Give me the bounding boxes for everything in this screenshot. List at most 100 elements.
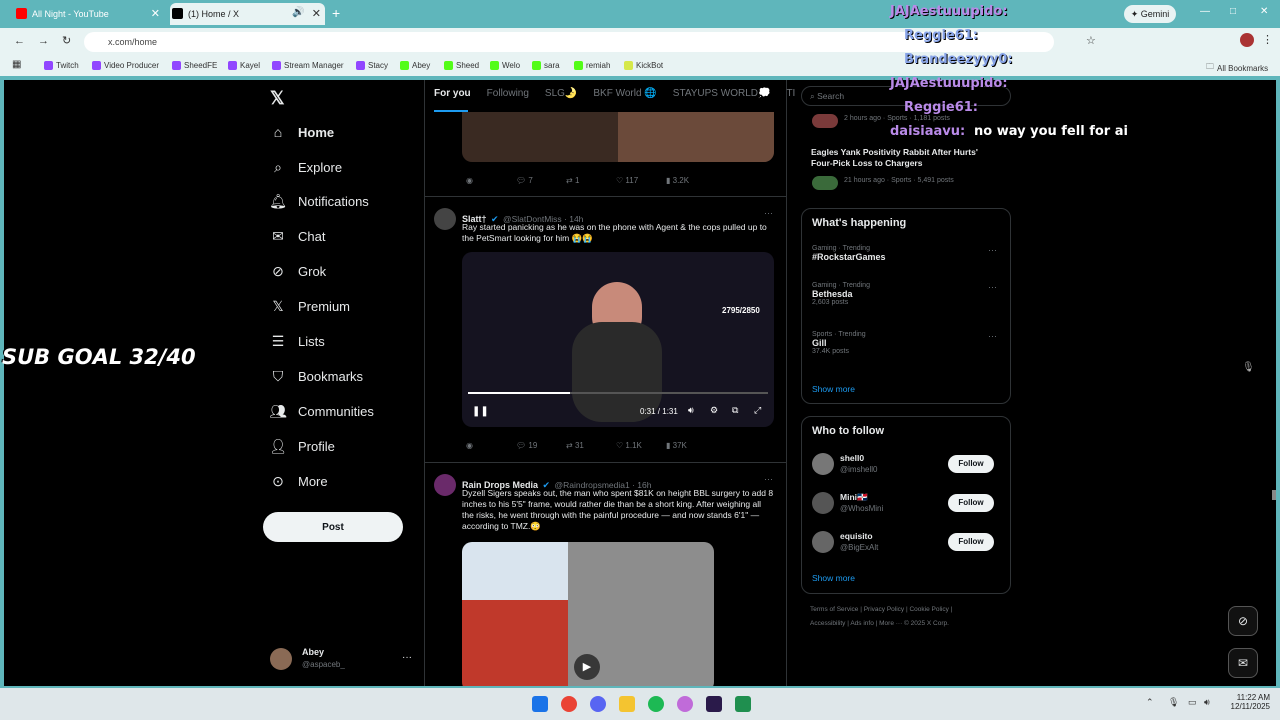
like-button[interactable]: ♡ 117 (616, 176, 666, 185)
tab-ti[interactable]: TI (786, 88, 795, 99)
sidebar-item-chat[interactable]: ✉ Chat (270, 228, 325, 244)
sidebar-item-grok[interactable]: ⊘ Grok (270, 263, 326, 279)
tab-following[interactable]: Following (487, 88, 529, 99)
bookmark-sheed[interactable]: Sheed (444, 61, 479, 70)
tab-youtube[interactable]: All Night - YouTube ✕ (14, 3, 164, 25)
trend-item[interactable]: Gaming · Trending Bethesda 2,603 posts (812, 282, 870, 306)
tab-bkf-world[interactable]: BKF World 🌐 (593, 88, 656, 99)
scrollbar-thumb[interactable] (1272, 490, 1276, 500)
reply-button[interactable]: 💬︎ 19 (516, 441, 566, 450)
sidebar-item-more[interactable]: ⊙ More (270, 473, 328, 489)
more-icon[interactable]: ··· (764, 208, 773, 218)
bookmark-sheedfe[interactable]: SheedFE (172, 61, 217, 70)
grok-icon[interactable]: ◉ (466, 441, 516, 450)
clock[interactable]: 11:22 AM 12/11/2025 (1228, 693, 1270, 711)
close-tab-icon[interactable]: ✕ (151, 7, 160, 20)
settings-icon[interactable]: ⚙ (710, 405, 718, 416)
bookmark-twitch[interactable]: Twitch (44, 61, 79, 70)
trend-item[interactable]: Gaming · Trending #RockstarGames (812, 245, 886, 262)
tab-stayups-world[interactable]: STAYUPS WORLD💭 (673, 88, 771, 99)
bookmark-sara[interactable]: sara (532, 61, 560, 70)
avatar[interactable] (434, 474, 456, 496)
maximize-icon[interactable]: □ (1230, 6, 1236, 17)
more-icon[interactable]: ··· (764, 474, 773, 484)
footer-links[interactable]: Accessibility | Ads info | More ··· © 20… (810, 620, 949, 627)
tweet-media[interactable]: ▶ (462, 542, 714, 686)
views-button[interactable]: ▮ 3.2K (666, 176, 716, 185)
like-button[interactable]: ♡ 1.1K (616, 441, 666, 450)
chevron-up-icon[interactable]: ⌃ (1146, 697, 1154, 708)
discord-icon[interactable] (590, 696, 606, 712)
sidebar-item-premium[interactable]: 𝕏 Premium (270, 298, 350, 314)
video-progress-track[interactable] (468, 392, 768, 394)
file-explorer-icon[interactable] (619, 696, 635, 712)
follow-button[interactable]: Follow (948, 533, 994, 551)
tab-for-you[interactable]: For you (434, 88, 471, 99)
top-tweet-media[interactable] (462, 112, 774, 162)
sidebar-item-home[interactable]: ⌂ Home (270, 124, 334, 140)
follow-button[interactable]: Follow (948, 494, 994, 512)
copilot-icon[interactable] (677, 696, 693, 712)
bookmark-welo[interactable]: Welo (490, 61, 520, 70)
chrome-icon[interactable] (561, 696, 577, 712)
reply-button[interactable]: 💬︎ 7 (516, 176, 566, 185)
sidebar-item-explore[interactable]: ⌕ Explore (270, 159, 342, 175)
profile-avatar-icon[interactable] (1240, 33, 1254, 47)
avatar[interactable] (434, 208, 456, 230)
repost-button[interactable]: ⇄ 31 (566, 441, 616, 450)
show-more-link[interactable]: Show more (812, 384, 855, 394)
video-player[interactable]: 2795/2850 ❚❚ 0:31 / 1:31 🔊︎ ⚙ ⧉ ⤢ (462, 252, 774, 427)
pip-icon[interactable]: ⧉ (732, 405, 738, 416)
bookmark-abey[interactable]: Abey (400, 61, 430, 70)
tab-slg[interactable]: SLG🌛 (545, 88, 577, 99)
account-menu-icon[interactable]: ··· (402, 652, 412, 663)
sidebar-item-lists[interactable]: ☰ Lists (270, 333, 325, 349)
avatar[interactable] (812, 453, 834, 475)
apps-grid-icon[interactable]: ▦ (12, 59, 21, 70)
bookmark-stream-manager[interactable]: Stream Manager (272, 61, 344, 70)
start-icon[interactable] (532, 696, 548, 712)
trend-item[interactable]: Sports · Trending Gill 37.4K posts (812, 331, 866, 355)
avatar[interactable] (812, 492, 834, 514)
post-button[interactable]: Post (263, 512, 403, 542)
more-icon[interactable]: ··· (988, 245, 997, 255)
show-more-link[interactable]: Show more (812, 573, 855, 583)
grok-icon[interactable]: ◉ (466, 176, 516, 185)
sidebar-item-bookmarks[interactable]: ⛉ Bookmarks (270, 368, 363, 384)
footer-links[interactable]: Terms of Service | Privacy Policy | Cook… (810, 606, 952, 613)
mic-icon[interactable]: 🎙︎ (1242, 362, 1255, 373)
follow-name[interactable]: Mini🇩🇴 (840, 492, 868, 503)
app-icon[interactable] (735, 696, 751, 712)
volume-icon[interactable]: 🔊︎ (688, 405, 694, 416)
bookmark-remiah[interactable]: remiah (574, 61, 610, 70)
network-icon[interactable]: ▭ (1188, 697, 1197, 708)
play-icon[interactable]: ▶ (574, 654, 600, 680)
close-tab-icon[interactable]: ✕ (312, 7, 321, 20)
grok-float-icon[interactable]: ⊘ (1228, 606, 1258, 636)
tab-x-home[interactable]: (1) Home / X 🔊 ✕ (170, 3, 325, 25)
news-headline[interactable]: Eagles Yank Positivity Rabbit After Hurt… (811, 147, 1001, 169)
views-button[interactable]: ▮ 37K (666, 441, 716, 450)
reload-icon[interactable]: ↻ (62, 34, 71, 47)
sidebar-item-notifications[interactable]: 🔔︎ Notifications (269, 193, 369, 209)
audio-icon[interactable]: 🔊 (292, 7, 304, 18)
gemini-button[interactable]: ✦ Gemini (1124, 5, 1176, 23)
follow-button[interactable]: Follow (948, 455, 994, 473)
bookmark-stacy[interactable]: Stacy (356, 61, 388, 70)
back-icon[interactable]: ← (14, 35, 25, 47)
bookmark-video-producer[interactable]: Video Producer (92, 61, 159, 70)
x-logo-icon[interactable]: 𝕏 (270, 88, 285, 109)
mic-icon[interactable]: 🎙︎ (1168, 697, 1179, 708)
close-window-icon[interactable]: ✕ (1260, 6, 1268, 17)
bookmark-kayel[interactable]: Kayel (228, 61, 260, 70)
star-icon[interactable]: ☆ (1086, 34, 1096, 47)
menu-icon[interactable]: ⋮ (1262, 33, 1273, 46)
repost-button[interactable]: ⇄ 1 (566, 176, 616, 185)
sidebar-item-communities[interactable]: 👥︎ Communities (269, 403, 374, 419)
follow-name[interactable]: shell0 (840, 453, 864, 463)
messages-float-icon[interactable]: ✉ (1228, 648, 1258, 678)
more-icon[interactable]: ··· (988, 331, 997, 341)
more-icon[interactable]: ··· (988, 282, 997, 292)
account-avatar[interactable] (270, 648, 292, 670)
follow-name[interactable]: equisito (840, 531, 873, 541)
